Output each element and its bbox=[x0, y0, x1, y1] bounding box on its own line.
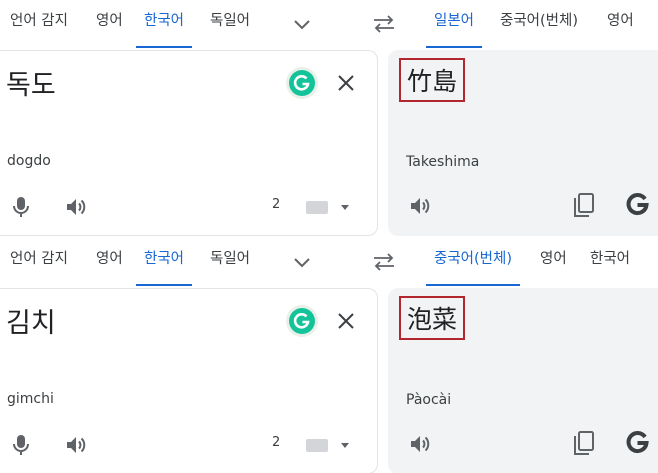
keyboard-caret-icon[interactable] bbox=[341, 205, 349, 210]
close-icon[interactable] bbox=[336, 73, 356, 93]
chevron-down-icon[interactable] bbox=[292, 14, 312, 34]
microphone-icon[interactable] bbox=[10, 433, 32, 457]
speaker-icon[interactable] bbox=[64, 433, 88, 457]
speaker-icon[interactable] bbox=[408, 432, 432, 456]
tab-english-target[interactable]: 영어 bbox=[607, 0, 634, 48]
source-text[interactable]: 김치 bbox=[6, 301, 56, 340]
swap-icon[interactable] bbox=[372, 14, 396, 34]
source-text[interactable]: 독도 bbox=[6, 63, 56, 102]
tab-detect-language[interactable]: 언어 감지 bbox=[10, 0, 68, 48]
translation-output-area: 泡菜 Pàocài bbox=[388, 288, 658, 473]
microphone-icon[interactable] bbox=[10, 195, 32, 219]
copy-icon[interactable] bbox=[572, 430, 596, 456]
tab-chinese-traditional-target[interactable]: 중국어(번체) bbox=[500, 0, 578, 48]
grammarly-icon[interactable] bbox=[286, 67, 318, 99]
tab-korean-source[interactable]: 한국어 bbox=[135, 238, 193, 286]
translation-output-area: 竹島 Takeshima bbox=[388, 50, 658, 236]
tab-german-source[interactable]: 독일어 bbox=[210, 0, 250, 48]
tab-korean-source[interactable]: 한국어 bbox=[135, 0, 193, 48]
tab-japanese-target[interactable]: 일본어 bbox=[425, 0, 483, 48]
source-transliteration: gimchi bbox=[7, 391, 54, 407]
keyboard-icon[interactable] bbox=[306, 439, 328, 452]
target-transliteration: Pàocài bbox=[406, 392, 452, 408]
swap-icon[interactable] bbox=[372, 252, 396, 272]
tab-chinese-traditional-target[interactable]: 중국어(번체) bbox=[425, 238, 521, 286]
keyboard-caret-icon[interactable] bbox=[341, 443, 349, 448]
google-logo-icon[interactable] bbox=[624, 428, 650, 454]
target-transliteration: Takeshima bbox=[406, 154, 480, 170]
language-bar: 언어 감지 영어 한국어 독일어 일본어 중국어(번체) 영어 bbox=[0, 0, 658, 48]
speaker-icon[interactable] bbox=[408, 194, 432, 218]
copy-icon[interactable] bbox=[572, 192, 596, 218]
source-text-area[interactable]: 독도 dogdo 2 bbox=[0, 50, 378, 236]
close-icon[interactable] bbox=[336, 311, 356, 331]
grammarly-icon[interactable] bbox=[286, 305, 318, 337]
tab-detect-language[interactable]: 언어 감지 bbox=[10, 238, 68, 286]
character-count: 2 bbox=[272, 197, 281, 212]
keyboard-icon[interactable] bbox=[306, 201, 328, 214]
tab-korean-target[interactable]: 한국어 bbox=[590, 238, 630, 286]
translate-panel-top: 언어 감지 영어 한국어 독일어 일본어 중국어(번체) 영어 독도 dogdo bbox=[0, 0, 658, 236]
source-text-area[interactable]: 김치 gimchi 2 bbox=[0, 288, 378, 473]
speaker-icon[interactable] bbox=[64, 195, 88, 219]
translated-text: 泡菜 bbox=[399, 296, 466, 340]
translated-text: 竹島 bbox=[399, 58, 466, 102]
tab-german-source[interactable]: 독일어 bbox=[210, 238, 250, 286]
tab-english-target[interactable]: 영어 bbox=[540, 238, 567, 286]
tab-english-source[interactable]: 영어 bbox=[96, 238, 123, 286]
google-logo-icon[interactable] bbox=[624, 190, 650, 216]
tab-english-source[interactable]: 영어 bbox=[96, 0, 123, 48]
character-count: 2 bbox=[272, 435, 281, 450]
chevron-down-icon[interactable] bbox=[292, 252, 312, 272]
language-bar: 언어 감지 영어 한국어 독일어 중국어(번체) 영어 한국어 bbox=[0, 238, 658, 286]
source-transliteration: dogdo bbox=[7, 153, 51, 169]
translate-panel-bottom: 언어 감지 영어 한국어 독일어 중국어(번체) 영어 한국어 김치 gimch… bbox=[0, 238, 658, 473]
